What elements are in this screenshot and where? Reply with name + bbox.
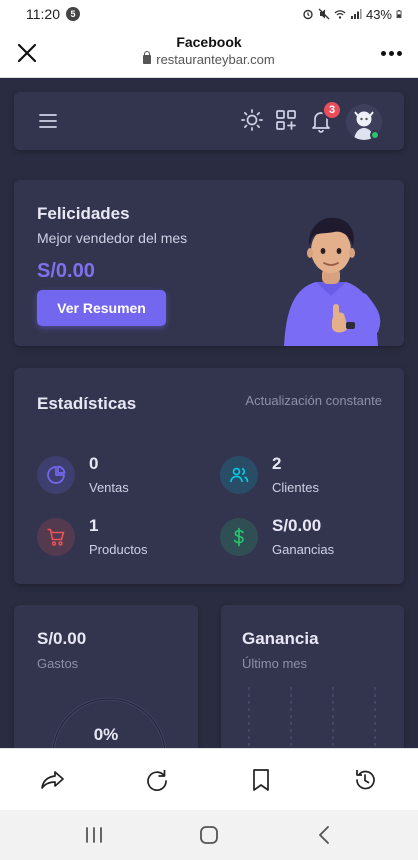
mute-icon	[318, 8, 330, 20]
home-icon[interactable]	[197, 823, 221, 847]
dashboard-app: 3 Felicidades Mejor vendedor del mes S/0…	[0, 78, 418, 748]
view-summary-button[interactable]: Ver Resumen	[37, 290, 166, 326]
profit-chart	[248, 687, 376, 748]
cart-icon	[37, 518, 75, 556]
users-icon	[220, 456, 258, 494]
add-grid-icon[interactable]	[274, 108, 298, 132]
thumbs-up-person-illustration	[284, 217, 381, 346]
statistics-title: Estadísticas	[37, 394, 137, 413]
browser-header: Facebook restauranteybar.com	[0, 28, 418, 78]
browser-url-text: restauranteybar.com	[156, 52, 275, 67]
stat-item-ventas: 0 Ventas	[37, 454, 187, 498]
profit-card: Ganancia Último mes	[221, 605, 404, 748]
screen: 11:20 5 43% Facebook restauranteybar.com	[0, 0, 418, 860]
congrats-subtitle: Mejor vendedor del mes	[37, 230, 188, 246]
status-time: 11:20	[26, 6, 60, 22]
expenses-card: S/0.00 Gastos 0%	[14, 605, 198, 748]
congratulations-card: Felicidades Mejor vendedor del mes S/0.0…	[14, 180, 404, 346]
browser-page-title: Facebook	[176, 34, 242, 50]
stat-item-productos: 1 Productos	[37, 516, 187, 560]
stat-label: Productos	[89, 542, 148, 557]
stat-value: 1	[89, 516, 99, 535]
congrats-amount: S/0.00	[37, 260, 95, 282]
browser-bottom-toolbar	[0, 748, 418, 810]
expenses-percent: 0%	[93, 725, 119, 744]
hamburger-menu-icon[interactable]	[38, 112, 58, 130]
status-left: 11:20 5	[26, 6, 80, 22]
stat-item-clientes: 2 Clientes	[220, 454, 370, 498]
stat-value: S/0.00	[272, 516, 322, 535]
sun-icon[interactable]	[240, 108, 264, 132]
alarm-icon	[303, 9, 313, 20]
bookmark-icon[interactable]	[248, 767, 274, 793]
congrats-title: Felicidades	[37, 204, 130, 223]
wifi-icon	[334, 10, 346, 19]
signal-icon	[350, 9, 362, 19]
status-bar: 11:20 5 43%	[0, 0, 418, 28]
dollar-icon	[220, 518, 258, 556]
stat-label: Ganancias	[272, 542, 335, 557]
more-options-button[interactable]	[378, 40, 404, 66]
stat-label: Ventas	[89, 480, 129, 495]
online-status-dot	[370, 130, 380, 140]
back-icon[interactable]	[313, 823, 337, 847]
expenses-label: Gastos	[37, 656, 79, 671]
dot-icon	[380, 50, 386, 56]
stat-value: 2	[272, 454, 282, 473]
history-icon[interactable]	[352, 767, 378, 793]
expenses-amount: S/0.00	[37, 629, 87, 648]
reload-icon[interactable]	[144, 767, 170, 793]
recent-apps-icon[interactable]	[82, 823, 106, 847]
battery-icon	[396, 10, 402, 19]
battery-percent: 43%	[365, 6, 392, 22]
notification-badge: 3	[322, 100, 342, 120]
stat-value: 0	[89, 454, 99, 473]
lock-icon	[143, 51, 152, 64]
stat-label: Clientes	[272, 480, 319, 495]
pie-chart-icon	[37, 456, 75, 494]
stat-item-ganancias: S/0.00 Ganancias	[220, 516, 370, 560]
system-navigation-bar	[0, 810, 418, 860]
navbar: 3	[14, 92, 404, 150]
browser-title-block: Facebook restauranteybar.com	[0, 34, 418, 69]
statistics-update-label: Actualización constante	[245, 393, 382, 408]
dot-icon	[396, 50, 402, 56]
browser-url[interactable]: restauranteybar.com	[143, 51, 275, 67]
profit-title: Ganancia	[242, 629, 319, 648]
share-icon[interactable]	[40, 767, 66, 793]
status-right: 43%	[302, 7, 404, 22]
notification-count-badge: 5	[66, 7, 80, 21]
statistics-card: Estadísticas Actualización constante 0 V…	[14, 368, 404, 584]
dot-icon	[388, 50, 394, 56]
profit-subtitle: Último mes	[242, 656, 308, 671]
